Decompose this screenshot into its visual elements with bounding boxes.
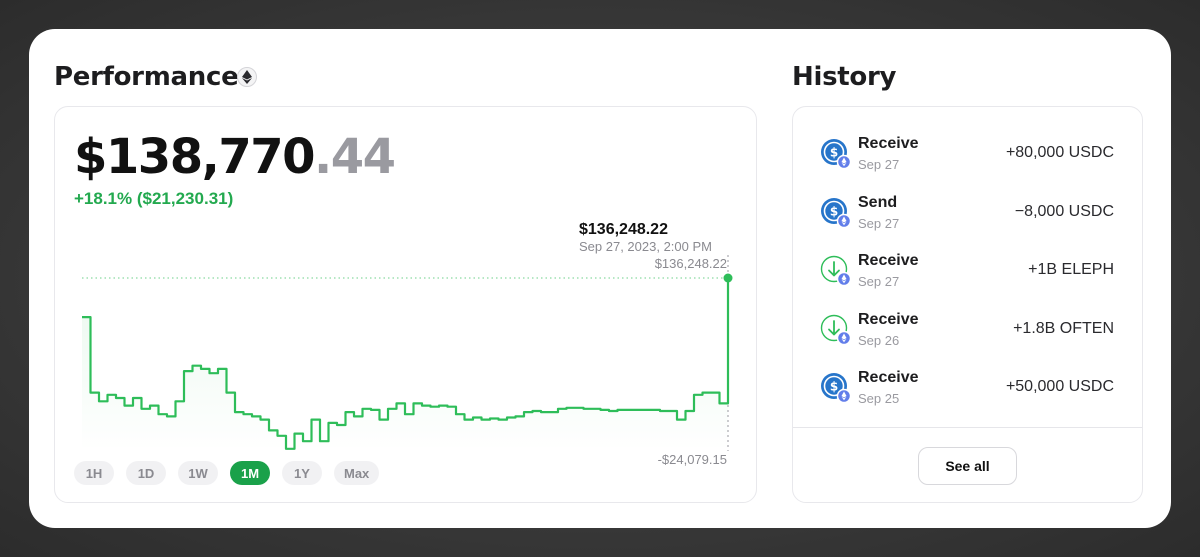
history-item[interactable]: Receive Sep 26 +1.8B OFTEN — [793, 301, 1142, 360]
history-item[interactable]: $ Send Sep 27 −8,000 USDC — [793, 184, 1142, 243]
history-item-date: Sep 25 — [858, 391, 900, 406]
history-item-date: Sep 27 — [858, 215, 900, 231]
svg-text:$: $ — [830, 146, 838, 160]
history-item-label: Receive — [858, 310, 919, 328]
usdc-coin-icon: $ — [821, 373, 851, 403]
time-range-selector: 1H 1D 1W 1M 1Y Max — [74, 461, 380, 485]
history-item-amount: +50,000 USDC — [1005, 378, 1114, 395]
history-item[interactable]: $ Receive Sep 25 +50,000 USDC — [793, 359, 1142, 418]
svg-text:$: $ — [830, 380, 838, 394]
performance-title: Performance — [54, 62, 239, 92]
history-item-label: Receive — [858, 252, 919, 269]
range-1w-button[interactable]: 1W — [178, 461, 218, 485]
usdc-coin-icon: $ — [821, 197, 851, 228]
see-all-button[interactable]: See all — [918, 447, 1017, 485]
history-item-label: Send — [858, 193, 898, 211]
history-item-amount: +1B ELEPH — [1028, 261, 1114, 278]
chart-current-point — [723, 273, 733, 283]
ethereum-network-icon[interactable] — [237, 67, 257, 87]
range-max-button[interactable]: Max — [334, 461, 380, 485]
history-item-date: Sep 26 — [858, 332, 900, 348]
min-value-label: -$24,079.15 — [658, 452, 727, 467]
history-item-amount: +80,000 USDC — [1005, 144, 1114, 161]
history-item-label: Receive — [858, 369, 919, 386]
range-1d-button[interactable]: 1D — [126, 461, 166, 485]
history-item-amount: −8,000 USDC — [1014, 202, 1114, 220]
history-item-date: Sep 27 — [858, 274, 900, 289]
tooltip-date: Sep 27, 2023, 2:00 PM — [579, 239, 712, 254]
range-1m-button[interactable]: 1M — [230, 461, 270, 485]
max-value-label: $136,248.22 — [655, 256, 727, 271]
history-list: $ Receive Sep 27 +80,000 USDC $ Send Sep… — [793, 125, 1142, 418]
history-item-amount: +1.8B OFTEN — [1013, 319, 1114, 337]
history-item[interactable]: $ Receive Sep 27 +80,000 USDC — [793, 125, 1142, 184]
range-1y-button[interactable]: 1Y — [282, 461, 322, 485]
tooltip-value: $136,248.22 — [579, 221, 668, 238]
usdc-coin-icon: $ — [821, 139, 851, 169]
history-divider — [793, 427, 1142, 428]
history-item-label: Receive — [858, 135, 919, 152]
receive-arrow-icon — [820, 314, 851, 345]
performance-panel: $138,770.44 +18.1% ($21,230.31) $136,248… — [54, 106, 757, 503]
range-1h-button[interactable]: 1H — [74, 461, 114, 485]
portfolio-card: Performance $138,770.44 +18.1% ($21,230.… — [29, 29, 1171, 528]
history-title: History — [792, 62, 897, 92]
history-item-date: Sep 27 — [858, 157, 900, 172]
chart-area — [82, 278, 728, 451]
history-item[interactable]: Receive Sep 27 +1B ELEPH — [793, 242, 1142, 301]
performance-chart[interactable]: $136,248.22 Sep 27, 2023, 2:00 PM $136,2… — [55, 107, 758, 504]
history-panel: $ Receive Sep 27 +80,000 USDC $ Send Sep… — [792, 106, 1143, 503]
receive-arrow-icon — [820, 255, 851, 286]
svg-text:$: $ — [830, 204, 838, 218]
